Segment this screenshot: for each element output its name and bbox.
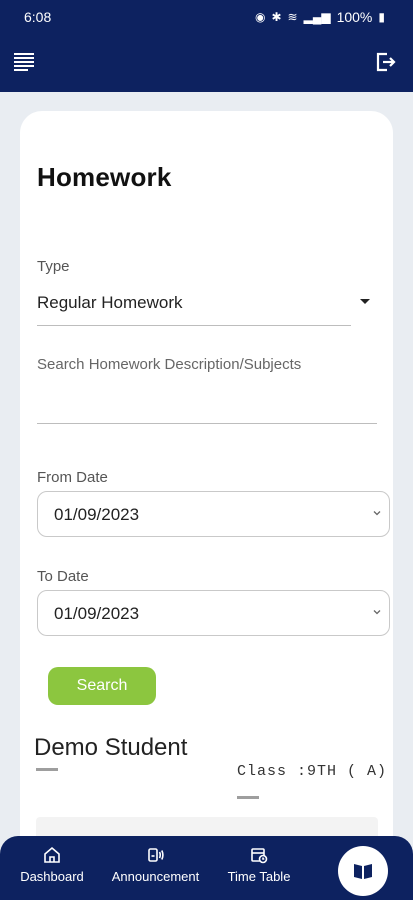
announcement-icon (147, 848, 164, 862)
nav-item-announcement[interactable]: Announcement (104, 846, 207, 884)
status-icons: ◉ ✱ ≋ ▂▄▆ 100% ▮ (255, 9, 385, 25)
bluetooth-icon: ✱ (271, 10, 282, 24)
alarm-icon: ◉ (255, 10, 266, 24)
homework-fab[interactable] (338, 846, 388, 896)
student-class: Class :9TH ( A) (237, 763, 388, 780)
to-date-select[interactable]: 01/09/2023 (37, 590, 390, 636)
type-dropdown[interactable]: Regular Homework (37, 290, 351, 326)
battery-level: 100% (336, 9, 373, 25)
menu-icon[interactable] (12, 49, 36, 73)
chevron-down-icon (373, 511, 381, 516)
type-label: Type (37, 258, 70, 275)
chevron-down-icon (373, 610, 381, 615)
nav-item-timetable[interactable]: Time Table (222, 846, 296, 884)
app-bar (0, 34, 413, 92)
status-bar: 6:08 ◉ ✱ ≋ ▂▄▆ 100% ▮ (0, 0, 413, 34)
student-name: Demo Student (34, 734, 188, 761)
nav-item-dashboard[interactable]: Dashboard (15, 846, 89, 884)
divider (36, 768, 58, 771)
timetable-icon (251, 848, 268, 864)
nav-item-label: Announcement (111, 869, 200, 884)
search-button[interactable]: Search (48, 667, 156, 705)
to-date-label: To Date (37, 568, 89, 585)
from-date-label: From Date (37, 469, 108, 486)
wifi-icon: ≋ (287, 10, 298, 24)
type-selected-value: Regular Homework (37, 293, 183, 312)
logout-icon[interactable] (373, 50, 397, 74)
dropdown-caret-icon[interactable] (360, 299, 370, 304)
divider (237, 796, 259, 799)
page-title: Homework (37, 162, 172, 192)
from-date-value: 01/09/2023 (54, 505, 140, 524)
nav-item-label: Dashboard (20, 869, 84, 884)
search-homework-input[interactable] (37, 352, 377, 424)
book-icon (354, 864, 372, 879)
home-icon (44, 846, 60, 863)
from-date-select[interactable]: 01/09/2023 (37, 491, 390, 537)
to-date-value: 01/09/2023 (54, 604, 140, 623)
status-time: 6:08 (24, 9, 52, 25)
battery-icon: ▮ (378, 10, 385, 24)
signal-icon: ▂▄▆ (303, 10, 331, 24)
nav-item-label: Time Table (227, 869, 291, 884)
